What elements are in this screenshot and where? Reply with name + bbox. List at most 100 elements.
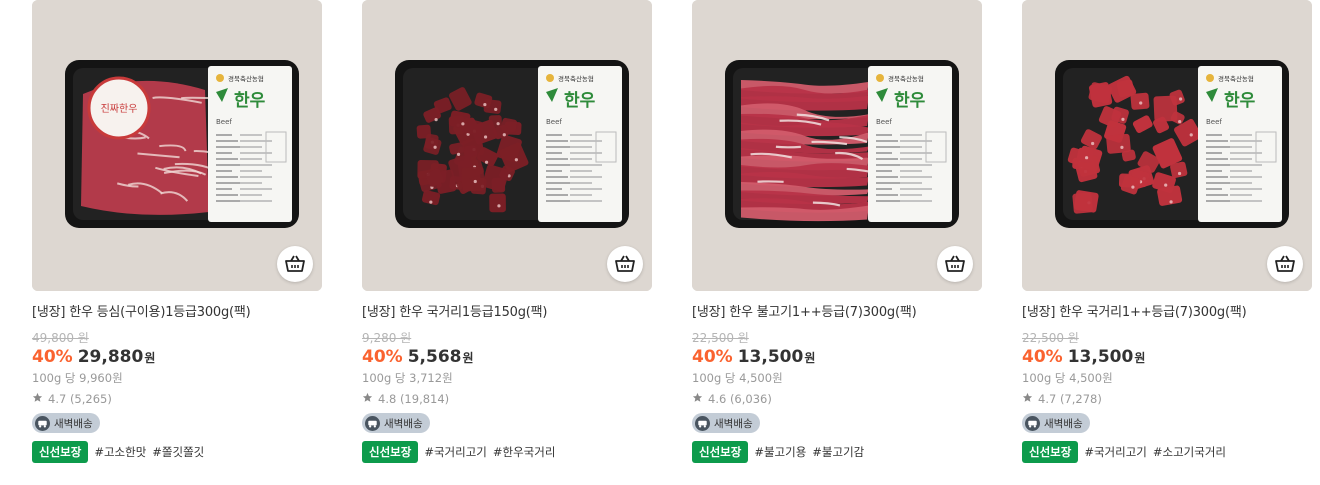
cart-icon [284, 254, 306, 274]
meat: 진짜한우 [81, 76, 228, 215]
package-sub: Beef [216, 118, 232, 126]
add-to-cart-button[interactable] [277, 246, 313, 282]
add-to-cart-button[interactable] [607, 246, 643, 282]
cart-icon [944, 254, 966, 274]
original-price: 49,800 원 [32, 331, 89, 345]
discount-rate: 40% [1022, 347, 1063, 367]
sale-price: 5,568 [407, 347, 462, 367]
product-title[interactable]: [냉장] 한우 국거리1등급150g(팩) [362, 301, 652, 320]
hashtag[interactable]: #국거리고기 [1084, 444, 1147, 460]
package-label: 경북축산농협한우Beef [538, 66, 622, 222]
star-icon [32, 392, 43, 406]
rating: 4.7 (5,265) [32, 392, 112, 406]
discount-rate: 40% [692, 347, 733, 367]
unit-price: 100g 당 3,712원 [362, 371, 453, 385]
product-grid: 진짜한우 경북축산농협 한우 Beef [냉장] 한우 등심(구이용)1등급300g(… [0, 0, 1320, 485]
delivery-badge-label: 새벽배송 [1044, 417, 1083, 430]
cart-icon [614, 254, 636, 274]
delivery-badge: 새벽배송 [1022, 413, 1090, 433]
product-image[interactable]: 경북축산농협한우 Beef [1022, 0, 1312, 291]
package-brand: 경북축산농협 [1218, 74, 1254, 83]
tag-row: 신선보장 #국거리고기 #한우국거리 [362, 441, 561, 463]
sale-price: 29,880 [77, 347, 144, 367]
price-row: 40% 29,880 원 [32, 347, 155, 367]
rating-text: 4.6 (6,036) [708, 392, 772, 406]
cart-icon [1274, 254, 1296, 274]
package-label: 경북축산농협한우Beef [208, 66, 292, 222]
fresh-badge: 신선보장 [32, 441, 89, 463]
rating-text: 4.8 (19,814) [378, 392, 450, 406]
package-name: 한우 [894, 91, 926, 111]
hashtag[interactable]: #한우국거리 [493, 444, 556, 460]
discount-rate: 40% [32, 347, 73, 367]
fresh-badge: 신선보장 [362, 441, 419, 463]
tag-row: 신선보장 #불고기용 #불고기감 [692, 441, 870, 463]
package-label: 경북축산농협한우Beef [868, 66, 952, 222]
sale-price: 13,500 [1067, 347, 1134, 367]
package-sub: Beef [1206, 118, 1222, 126]
sale-price: 13,500 [737, 347, 804, 367]
product-title[interactable]: [냉장] 한우 불고기1++등급(7)300g(팩) [692, 301, 982, 320]
hashtag[interactable]: #쫄깃쫄깃 [152, 444, 204, 460]
star-icon [1022, 392, 1033, 406]
add-to-cart-button[interactable] [937, 246, 973, 282]
truck-icon [365, 415, 380, 431]
price-row: 40% 13,500 원 [1022, 347, 1145, 367]
rating-text: 4.7 (5,265) [48, 392, 112, 406]
product-image[interactable]: 진짜한우 경북축산농협한우 Beef [32, 0, 322, 291]
rating: 4.6 (6,036) [692, 392, 772, 406]
rating: 4.7 (7,278) [1022, 392, 1102, 406]
hashtag[interactable]: #고소한맛 [94, 444, 146, 460]
package-label: 경북축산농협한우Beef [1198, 66, 1282, 222]
currency-label: 원 [462, 351, 474, 365]
truck-icon [695, 415, 710, 431]
package-brand: 경북축산농협 [228, 74, 264, 83]
meat [741, 80, 887, 222]
product-card[interactable]: 경북축산농협 한우 Beef [냉장] 한우 국거리1++등급(7)300g(팩) … [1022, 0, 1312, 485]
product-image[interactable]: 경북축산농협한우 Beef [692, 0, 982, 291]
add-to-cart-button[interactable] [1267, 246, 1303, 282]
hashtag[interactable]: #국거리고기 [424, 444, 487, 460]
unit-price: 100g 당 4,500원 [692, 371, 783, 385]
product-title[interactable]: [냉장] 한우 등심(구이용)1등급300g(팩) [32, 301, 322, 320]
hashtag[interactable]: #소고기국거리 [1153, 444, 1226, 460]
rating-text: 4.7 (7,278) [1038, 392, 1102, 406]
product-title[interactable]: [냉장] 한우 국거리1++등급(7)300g(팩) [1022, 301, 1312, 320]
delivery-badge-label: 새벽배송 [384, 417, 423, 430]
star-icon [362, 392, 373, 406]
tag-row: 신선보장 #고소한맛 #쫄깃쫄깃 [32, 441, 210, 463]
product-image[interactable]: 경북축산농협한우 Beef [362, 0, 652, 291]
currency-label: 원 [144, 351, 156, 365]
discount-rate: 40% [362, 347, 403, 367]
package-brand: 경북축산농협 [558, 74, 594, 83]
rating: 4.8 (19,814) [362, 392, 449, 406]
original-price: 9,280 원 [362, 331, 412, 345]
package-name: 한우 [564, 91, 596, 111]
original-price: 22,500 원 [692, 331, 749, 345]
delivery-badge-label: 새벽배송 [54, 417, 93, 430]
original-price: 22,500 원 [1022, 331, 1079, 345]
unit-price: 100g 당 4,500원 [1022, 371, 1113, 385]
product-card[interactable]: 진짜한우 경북축산농협한우 Beef [냉장] 한우 등심(구이용)1등급300g(… [32, 0, 322, 485]
package-sub: Beef [876, 118, 892, 126]
hashtag[interactable]: #불고기감 [812, 444, 864, 460]
hashtag[interactable]: #불고기용 [754, 444, 806, 460]
price-row: 40% 13,500 원 [692, 347, 815, 367]
package-brand: 경북축산농협 [888, 74, 924, 83]
package-name: 한우 [1224, 91, 1256, 111]
product-card[interactable]: 경북축산농협 한우 Beef [냉장] 한우 불고기1++등급(7)300g(팩) … [692, 0, 982, 485]
delivery-badge: 새벽배송 [692, 413, 760, 433]
unit-price: 100g 당 9,960원 [32, 371, 123, 385]
tag-row: 신선보장 #국거리고기 #소고기국거리 [1022, 441, 1232, 463]
delivery-badge: 새벽배송 [32, 413, 100, 433]
product-card[interactable]: 경북축산농협한우 Beef [냉장] 한우 국거리1등급150g(팩) 9,280… [362, 0, 652, 485]
package-name: 한우 [234, 91, 266, 111]
fresh-badge: 신선보장 [692, 441, 749, 463]
currency-label: 원 [804, 351, 816, 365]
currency-label: 원 [1134, 351, 1146, 365]
delivery-badge-label: 새벽배송 [714, 417, 753, 430]
package-sub: Beef [546, 118, 562, 126]
fresh-badge: 신선보장 [1022, 441, 1079, 463]
truck-icon [35, 415, 50, 431]
sticker-text: 진짜한우 [101, 103, 138, 115]
